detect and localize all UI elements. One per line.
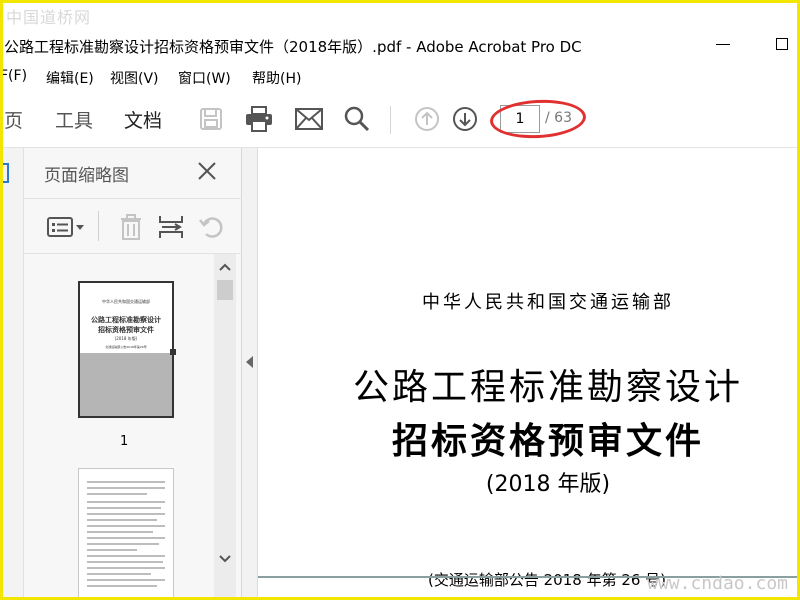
thumb-line: 中华人民共和国交通运输部	[102, 299, 150, 304]
page-thumbnail-2[interactable]	[78, 468, 174, 600]
main-toolbar: 页 工具 文档 1 / 63	[0, 92, 800, 148]
red-annotation-oval	[489, 97, 587, 141]
menu-view[interactable]: 视图(V)	[110, 68, 159, 88]
watermark-bottom-right: www.cndao.com	[647, 573, 788, 594]
menu-bar: F(F) 编辑(E) 视图(V) 窗口(W) 帮助(H)	[0, 64, 800, 90]
tab-home[interactable]: 页	[4, 106, 23, 133]
thumbnail-panel: 页面缩略图 中华人民共和国交通运输部 公路工程标准勘察设计 招标资格预审文件 (…	[24, 148, 242, 600]
menu-edit[interactable]: 编辑(E)	[46, 68, 94, 88]
panel-toolbar	[24, 198, 242, 254]
close-icon[interactable]	[194, 158, 220, 184]
navigation-strip	[0, 148, 24, 600]
chevron-left-icon[interactable]	[246, 356, 253, 368]
tab-document[interactable]: 文档	[124, 106, 162, 133]
doc-title-line-2: 招标资格预审文件	[391, 420, 704, 462]
doc-announcement: (交通运输部公告 2018 年第 26 号)	[428, 571, 667, 589]
email-icon[interactable]	[294, 104, 324, 134]
document-view: 中华人民共和国交通运输部 公路工程标准勘察设计 招标资格预审文件 (2018 年…	[258, 148, 800, 600]
page-down-icon[interactable]	[450, 104, 480, 134]
panel-collapse-handle[interactable]	[242, 148, 258, 600]
window-title: 公路工程标准勘察设计招标资格预审文件（2018年版）.pdf - Adobe A…	[4, 38, 582, 56]
tab-tools[interactable]: 工具	[55, 106, 93, 133]
rotate-icon[interactable]	[196, 213, 226, 241]
print-icon[interactable]	[244, 104, 274, 134]
page-thumbnail-1[interactable]: 中华人民共和国交通运输部 公路工程标准勘察设计 招标资格预审文件 (2018 年…	[78, 281, 176, 418]
panel-title: 页面缩略图	[44, 166, 129, 186]
minimize-icon[interactable]	[716, 44, 730, 45]
chevron-down-icon[interactable]	[219, 554, 231, 564]
maximize-icon[interactable]	[776, 38, 788, 50]
menu-help[interactable]: 帮助(H)	[252, 68, 301, 88]
chevron-up-icon[interactable]	[219, 262, 231, 272]
thumb-line: (2018 年版)	[114, 336, 138, 341]
thumb-line: 招标资格预审文件	[98, 326, 154, 334]
save-icon[interactable]	[196, 104, 226, 134]
doc-ministry: 中华人民共和国交通运输部	[422, 292, 674, 313]
menu-window[interactable]: 窗口(W)	[178, 68, 231, 88]
scrollbar-thumb[interactable]	[217, 280, 233, 300]
thumbnail-list: 中华人民共和国交通运输部 公路工程标准勘察设计 招标资格预审文件 (2018 年…	[24, 254, 214, 600]
doc-title-line-1: 公路工程标准勘察设计	[352, 367, 743, 408]
delete-icon[interactable]	[116, 213, 146, 241]
toolbar-separator	[390, 106, 391, 134]
thumbnail-options-icon[interactable]	[44, 213, 88, 241]
thumb-line: 公路工程标准勘察设计	[91, 316, 161, 324]
watermark-top-left: 中国道桥网	[6, 8, 92, 27]
insert-page-icon[interactable]	[156, 213, 186, 241]
panel-toolbar-separator	[98, 211, 99, 241]
thumbnail-scrollbar[interactable]	[214, 254, 236, 600]
pages-nav-icon[interactable]	[0, 162, 10, 186]
title-bar: 公路工程标准勘察设计招标资格预审文件（2018年版）.pdf - Adobe A…	[0, 30, 800, 62]
thumbnail-gray-area	[80, 353, 172, 416]
thumbnail-resize-handle[interactable]	[170, 349, 176, 355]
page-up-icon[interactable]	[412, 104, 442, 134]
menu-file[interactable]: F(F)	[0, 68, 27, 84]
doc-year: (2018 年版)	[485, 472, 611, 497]
search-icon[interactable]	[342, 104, 372, 134]
thumbnail-label: 1	[120, 434, 129, 449]
thumb-line: 交通运输部公告2018年第26号	[105, 345, 147, 349]
